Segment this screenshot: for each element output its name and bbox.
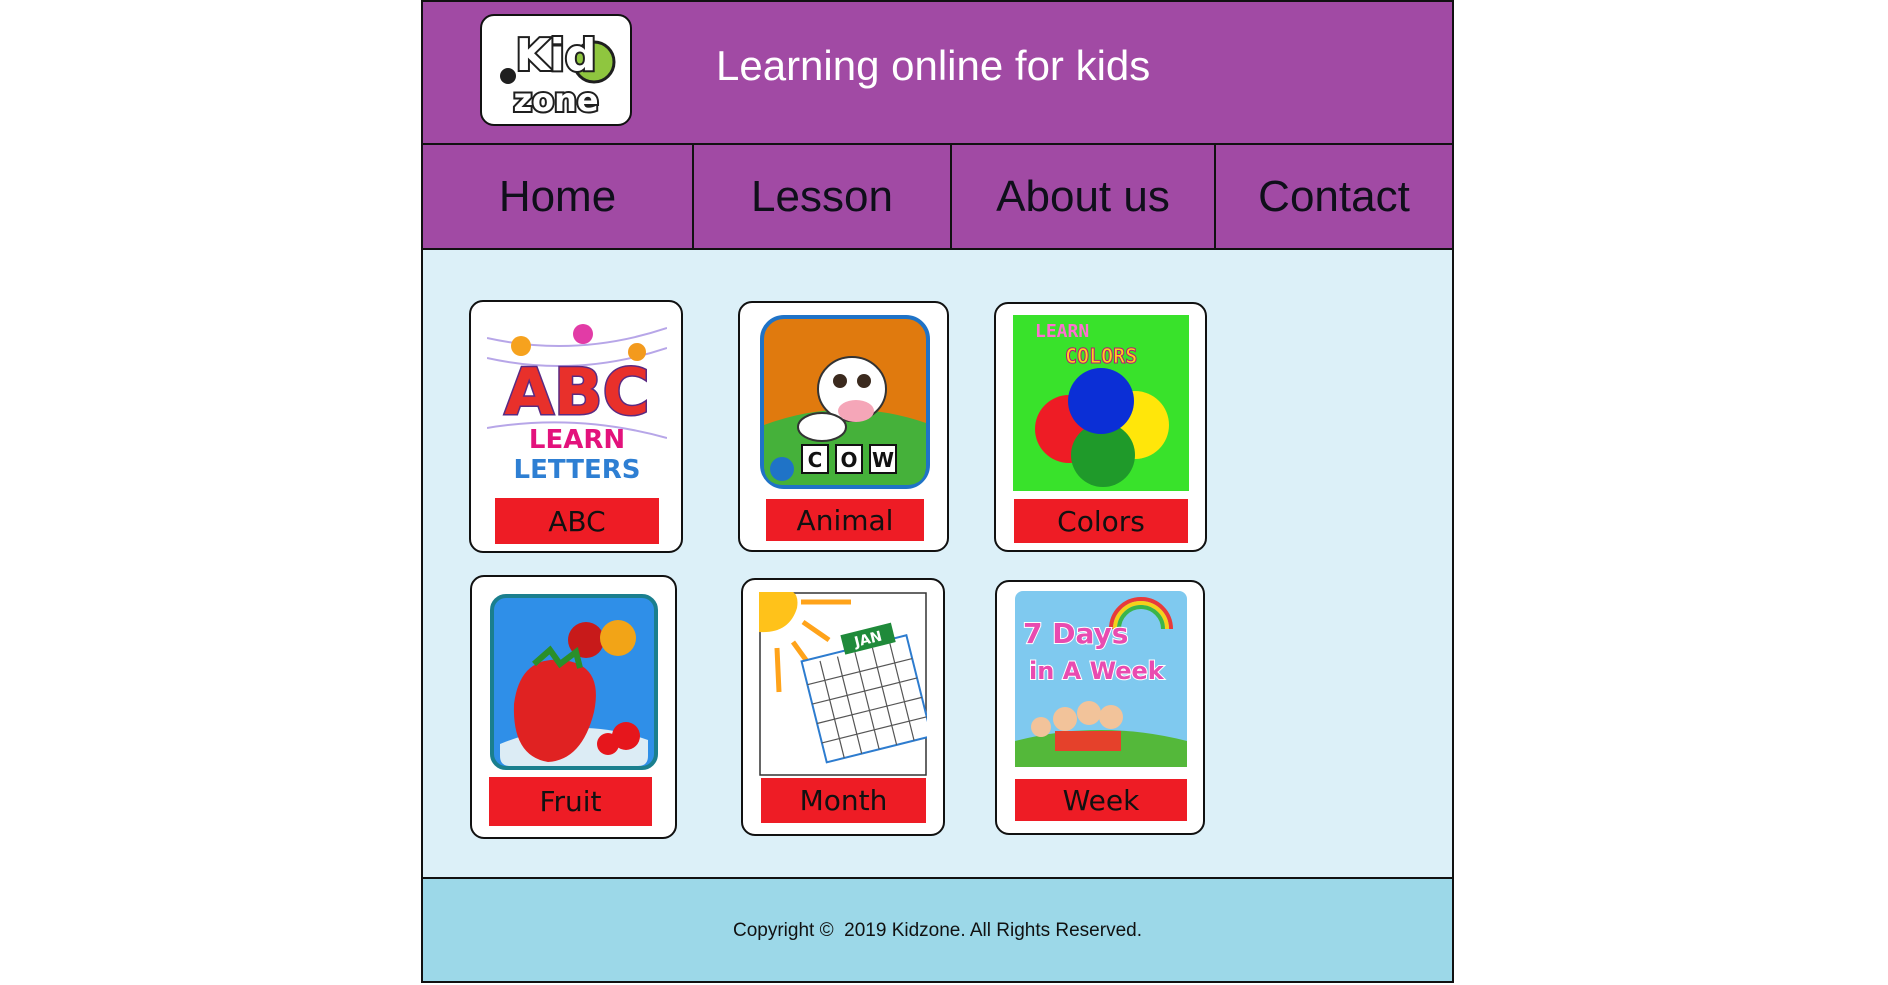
abc-letters-text: LETTERS	[514, 455, 641, 485]
lesson-card-month[interactable]: JAN Month	[741, 578, 945, 836]
copyright-text: Copyright © 2019 Kidzone. All Rights Res…	[733, 920, 1142, 941]
cow-letter-o: O	[840, 448, 857, 472]
nav-about-us[interactable]: About us	[950, 145, 1214, 248]
colors-colors-text: COLORS	[1065, 344, 1137, 368]
nav-lesson[interactable]: Lesson	[692, 145, 950, 248]
cow-letter-w: W	[872, 448, 894, 472]
main-nav: Home Lesson About us Contact	[423, 145, 1452, 250]
nav-contact[interactable]: Contact	[1214, 145, 1452, 248]
week-title-week: in A Week	[1029, 657, 1165, 685]
abc-learn-text: LEARN	[529, 425, 625, 455]
footer: Copyright © 2019 Kidzone. All Rights Res…	[423, 879, 1452, 981]
lesson-label-month: Month	[761, 778, 926, 823]
logo-word-kid: Kid	[516, 30, 597, 81]
cow-letter-c: C	[808, 448, 823, 472]
abc-letters-image: ABC LEARN LETTERS	[487, 318, 667, 486]
lesson-label-week: Week	[1015, 779, 1187, 821]
abc-letters-heading: ABC	[504, 356, 649, 430]
kidzone-logo[interactable]: Kid zone	[480, 14, 632, 126]
lesson-card-animal[interactable]: C O W Animal	[738, 301, 949, 552]
week-kids-image: 7 Days in A Week	[1015, 591, 1187, 767]
lesson-card-colors[interactable]: LEARN COLORS Colors	[994, 302, 1207, 552]
lesson-card-week[interactable]: 7 Days in A Week Week	[995, 580, 1205, 835]
lesson-label-animal: Animal	[766, 499, 924, 541]
lesson-label-abc: ABC	[495, 498, 659, 544]
logo-word-zone: zone	[513, 81, 598, 119]
site-title: Learning online for kids	[716, 42, 1151, 89]
calendar-image: JAN	[759, 592, 927, 776]
lesson-label-fruit: Fruit	[489, 777, 652, 826]
color-circles-image: LEARN COLORS	[1013, 315, 1189, 491]
page-frame: Kid zone Learning online for kids Home L…	[421, 0, 1454, 983]
nav-home[interactable]: Home	[423, 145, 692, 248]
cow-image: C O W	[760, 315, 930, 489]
lesson-card-abc[interactable]: ABC LEARN LETTERS ABC	[469, 300, 683, 553]
fruit-image	[490, 594, 658, 770]
header: Kid zone Learning online for kids	[423, 2, 1452, 145]
lesson-card-fruit[interactable]: Fruit	[470, 575, 677, 839]
lesson-grid: ABC LEARN LETTERS ABC C O W Animal LEARN…	[423, 250, 1452, 879]
logo-graphic: Kid zone	[500, 28, 616, 121]
week-title-days: 7 Days	[1023, 617, 1128, 650]
colors-learn-text: LEARN	[1035, 321, 1089, 342]
lesson-label-colors: Colors	[1014, 499, 1188, 543]
